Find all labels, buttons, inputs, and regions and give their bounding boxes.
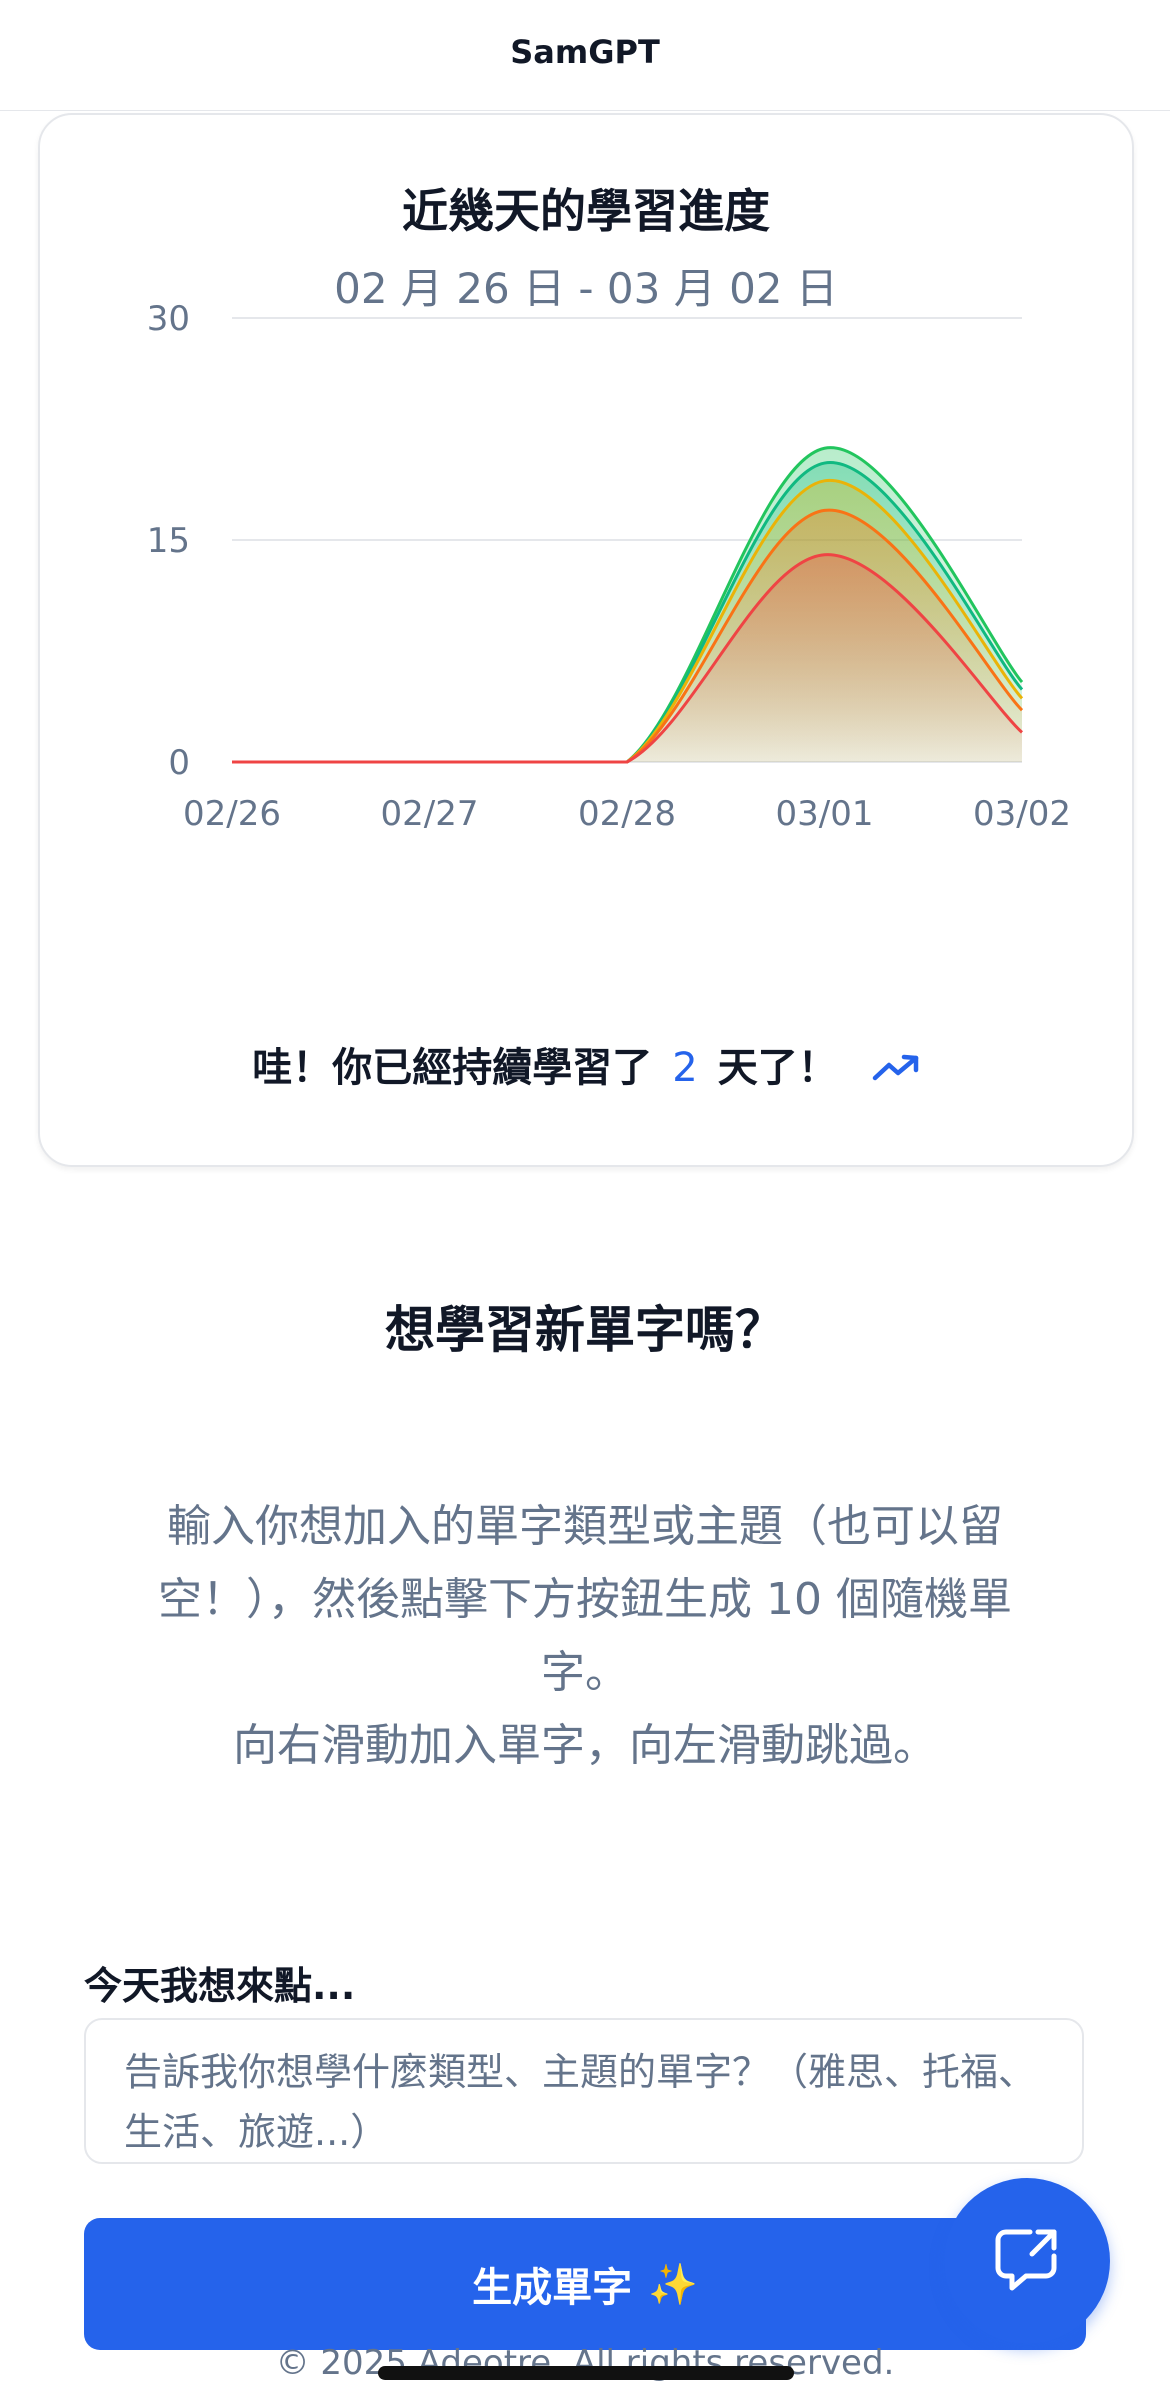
share-chat-icon bbox=[990, 2222, 1064, 2300]
x-tick-label: 02/26 bbox=[183, 794, 281, 834]
x-tick-label: 02/28 bbox=[578, 794, 676, 834]
x-tick-label: 03/01 bbox=[776, 794, 874, 834]
trending-up-icon bbox=[872, 1047, 920, 1093]
y-tick-label: 30 bbox=[147, 299, 190, 339]
topic-input-label: 今天我想來點... bbox=[84, 1964, 356, 2008]
streak-days: 2 bbox=[672, 1045, 698, 1091]
progress-chart: 0 15 30 02/26 02/27 02/28 03/01 03/02 bbox=[147, 299, 1071, 834]
y-tick-label: 0 bbox=[168, 743, 190, 783]
generate-button-label: 生成單字 bbox=[472, 2266, 633, 2310]
y-tick-label: 15 bbox=[147, 521, 190, 561]
desc-line: 向右滑動加入單字，向左滑動跳過。 bbox=[233, 1720, 937, 1771]
sparkles-icon: ✨ bbox=[648, 2262, 698, 2307]
streak-message: 哇！你已經持續學習了 2 天了！ bbox=[40, 1035, 1132, 1093]
generate-words-button[interactable]: 生成單字 ✨ bbox=[84, 2218, 1086, 2350]
share-chat-button[interactable] bbox=[944, 2178, 1110, 2344]
desc-line: 空！），然後點擊下方按鈕生成 10 個隨機單 bbox=[158, 1574, 1012, 1625]
progress-card: 近幾天的學習進度 02 月 26 日 - 03 月 02 日 0 15 30 02/2… bbox=[38, 113, 1134, 1167]
learn-heading: 想學習新單字嗎？ bbox=[385, 1301, 785, 1359]
home-indicator bbox=[378, 2366, 794, 2380]
desc-line: 字。 bbox=[541, 1647, 629, 1698]
top-bar: SamGPT bbox=[0, 0, 1170, 111]
app-title: SamGPT bbox=[510, 33, 660, 71]
learn-description: 輸入你想加入的單字類型或主題（也可以留 空！），然後點擊下方按鈕生成 10 個隨… bbox=[110, 1490, 1060, 1782]
topic-input[interactable]: 告訴我你想學什麼類型、主題的單字？（雅思、托福、生活、旅遊...） bbox=[84, 2018, 1084, 2164]
x-tick-label: 03/02 bbox=[973, 794, 1071, 834]
x-tick-label: 02/27 bbox=[381, 794, 479, 834]
streak-suffix: 天了！ bbox=[717, 1045, 838, 1091]
streak-prefix: 哇！你已經持續學習了 bbox=[252, 1045, 653, 1091]
desc-line: 輸入你想加入的單字類型或主題（也可以留 bbox=[167, 1501, 1003, 1552]
